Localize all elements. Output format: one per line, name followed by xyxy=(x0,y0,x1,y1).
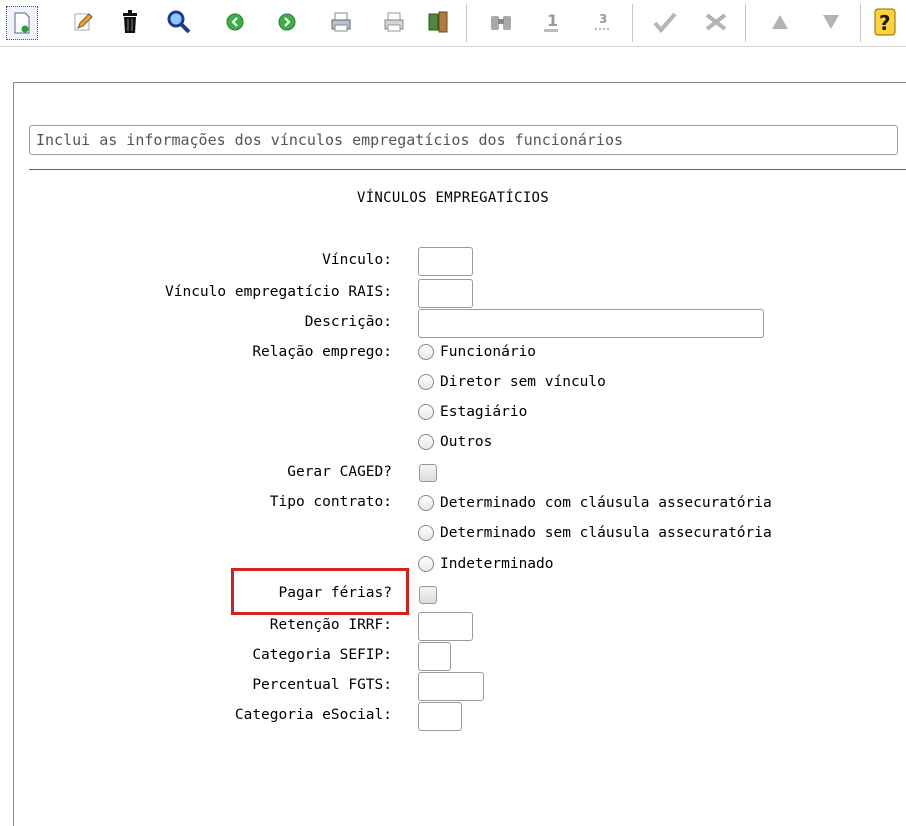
gerar-caged-label: Gerar CAGED? xyxy=(287,464,392,480)
tipo-contrato-label: Tipo contrato: xyxy=(269,494,392,510)
move-up-icon[interactable] xyxy=(767,8,793,36)
radio-label: Indeterminado xyxy=(440,556,554,572)
check-icon[interactable] xyxy=(652,8,678,36)
section-divider xyxy=(29,169,906,170)
pagar-ferias-checkbox[interactable] xyxy=(419,586,437,604)
tools-icon[interactable] xyxy=(703,8,729,36)
sort-descending-icon[interactable]: 3 xyxy=(590,8,616,36)
radio-indeterminado[interactable]: Indeterminado xyxy=(418,556,554,572)
radio-label: Funcionário xyxy=(440,344,537,360)
sort-ascending-icon[interactable]: 1 xyxy=(538,8,564,36)
descricao-input[interactable] xyxy=(418,309,764,338)
categoria-esocial-label: Categoria eSocial: xyxy=(234,707,392,723)
radio-label: Determinado com cláusula assecuratória xyxy=(440,495,772,511)
relacao-emprego-label: Relação emprego: xyxy=(252,344,392,360)
radio-button[interactable] xyxy=(418,434,434,450)
categoria-esocial-input[interactable] xyxy=(418,702,462,731)
svg-text:1: 1 xyxy=(547,11,558,30)
percentual-fgts-input[interactable] xyxy=(418,672,484,701)
radio-button[interactable] xyxy=(418,374,434,390)
vinculo-label: Vínculo: xyxy=(322,252,392,268)
print-icon[interactable] xyxy=(328,8,354,36)
categoria-sefip-label: Categoria SEFIP: xyxy=(252,647,392,663)
radio-determinado-sem-clausula[interactable]: Determinado sem cláusula assecuratória xyxy=(418,525,772,541)
radio-estagiario[interactable]: Estagiário xyxy=(418,404,527,420)
svg-text:3: 3 xyxy=(599,12,607,26)
export-icon[interactable] xyxy=(425,8,451,36)
radio-button[interactable] xyxy=(418,525,434,541)
trash-icon[interactable] xyxy=(117,8,143,36)
move-down-icon[interactable] xyxy=(818,8,844,36)
toolbar-separator xyxy=(745,4,746,42)
categoria-sefip-input[interactable] xyxy=(418,642,451,671)
retencao-irrf-label: Retenção IRRF: xyxy=(269,617,392,633)
radio-diretor-sem-vinculo[interactable]: Diretor sem vínculo xyxy=(418,374,606,390)
form-title: VÍNCULOS EMPREGATÍCIOS xyxy=(356,190,550,206)
vinculo-rais-label: Vínculo empregatício RAIS: xyxy=(165,284,392,300)
radio-button[interactable] xyxy=(418,344,434,360)
svg-text:?: ? xyxy=(879,11,891,35)
previous-circle-icon[interactable] xyxy=(222,8,248,36)
vinculo-input[interactable] xyxy=(418,247,473,276)
new-document-icon[interactable] xyxy=(6,6,38,40)
retencao-irrf-input[interactable] xyxy=(418,612,473,641)
radio-label: Estagiário xyxy=(440,404,528,420)
pagar-ferias-label: Pagar férias? xyxy=(278,585,393,601)
radio-outros[interactable]: Outros xyxy=(418,434,492,450)
help-icon[interactable]: ? xyxy=(872,8,898,36)
print-preview-icon[interactable] xyxy=(381,8,407,36)
vinculo-rais-input[interactable] xyxy=(418,279,473,308)
next-circle-icon[interactable] xyxy=(274,8,300,36)
radio-label: Diretor sem vínculo xyxy=(440,374,606,390)
toolbar: 1 3 ? xyxy=(0,0,906,47)
gerar-caged-checkbox[interactable] xyxy=(419,464,437,482)
radio-button[interactable] xyxy=(418,495,434,511)
radio-button[interactable] xyxy=(418,404,434,420)
edit-pencil-icon[interactable] xyxy=(70,8,96,36)
radio-button[interactable] xyxy=(418,556,434,572)
radio-determinado-com-clausula[interactable]: Determinado com cláusula assecuratória xyxy=(418,495,772,511)
description-bar: Inclui as informações dos vínculos empre… xyxy=(29,125,898,155)
radio-label: Outros xyxy=(440,434,493,450)
toolbar-separator xyxy=(466,4,467,42)
toolbar-separator xyxy=(860,4,861,42)
binoculars-icon[interactable] xyxy=(488,8,514,36)
search-magnifier-icon[interactable] xyxy=(166,8,192,36)
radio-label: Determinado sem cláusula assecuratória xyxy=(440,525,772,541)
toolbar-separator xyxy=(632,4,633,42)
percentual-fgts-label: Percentual FGTS: xyxy=(252,677,392,693)
descricao-label: Descrição: xyxy=(304,314,392,330)
radio-funcionario[interactable]: Funcionário xyxy=(418,344,536,360)
